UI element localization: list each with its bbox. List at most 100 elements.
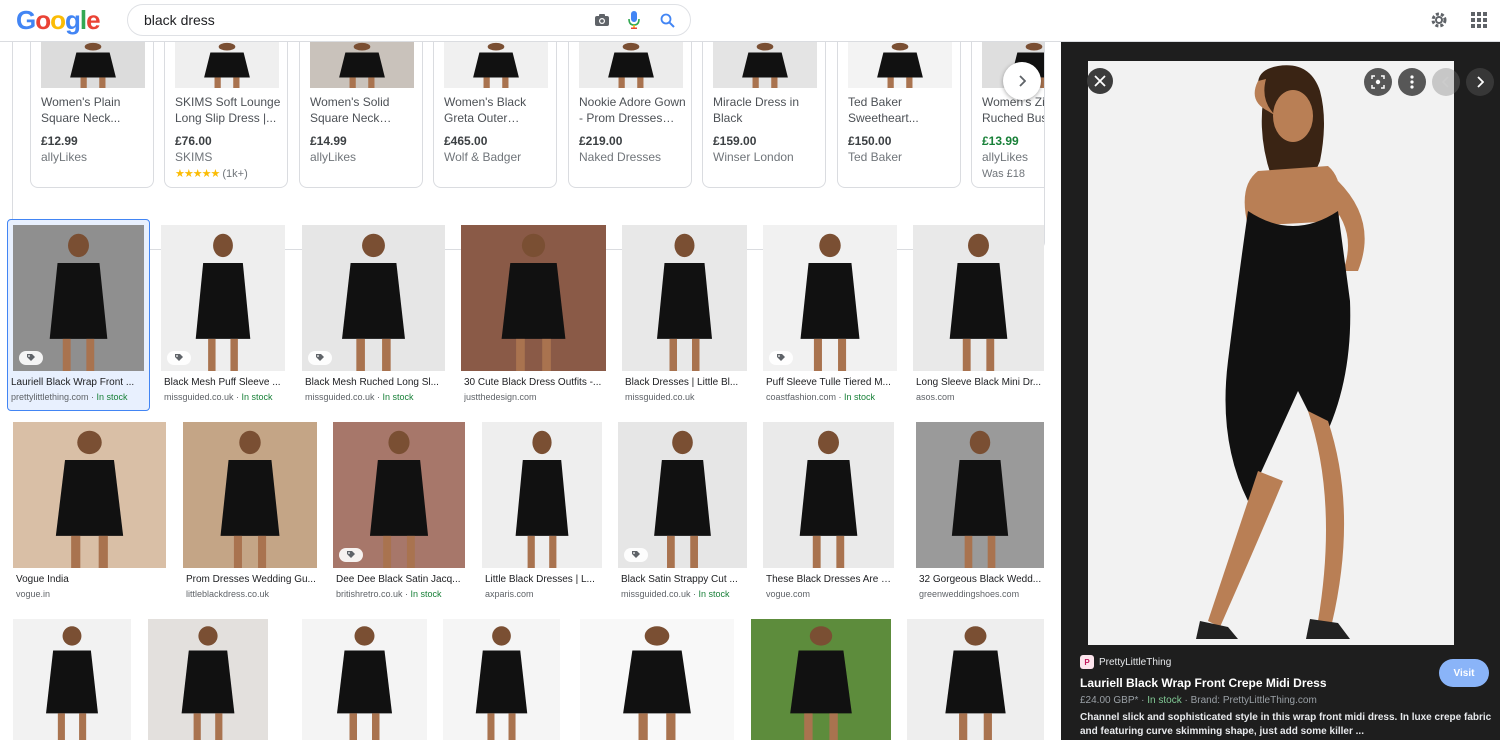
image-result[interactable]	[580, 619, 734, 740]
image-result[interactable]	[907, 619, 1044, 740]
preview-image[interactable]	[1088, 61, 1454, 645]
result-thumbnail[interactable]	[913, 225, 1044, 371]
google-logo[interactable]: Google	[16, 5, 101, 36]
preview-source[interactable]: PrettyLittleThing	[1099, 657, 1171, 668]
result-title[interactable]: These Black Dresses Are P...	[766, 573, 893, 586]
shopping-card[interactable]: Ted Baker Sweetheart... £150.00 Ted Baker	[837, 42, 961, 188]
result-thumbnail[interactable]	[763, 422, 894, 568]
lens-search-icon[interactable]	[1364, 68, 1392, 96]
result-thumbnail[interactable]	[461, 225, 606, 371]
gear-icon[interactable]	[1428, 9, 1450, 31]
product-title[interactable]: Ted Baker Sweetheart...	[848, 94, 956, 126]
shopping-card[interactable]: Nookie Adore Gown - Prom Dresses an... £2…	[568, 42, 692, 188]
result-thumbnail[interactable]	[13, 619, 131, 740]
result-thumbnail[interactable]	[148, 619, 268, 740]
result-title[interactable]: Little Black Dresses | L...	[485, 573, 601, 586]
result-title[interactable]: 30 Cute Black Dress Outfits -...	[464, 376, 605, 389]
result-thumbnail[interactable]	[302, 225, 445, 371]
camera-icon[interactable]	[593, 11, 611, 29]
image-result[interactable]: Prom Dresses Wedding Gu... littleblackdre…	[183, 422, 317, 604]
image-result[interactable]: Little Black Dresses | L... axparis.com	[482, 422, 602, 604]
image-result[interactable]: These Black Dresses Are P... vogue.com	[763, 422, 894, 604]
product-image[interactable]	[579, 42, 683, 88]
product-image[interactable]	[444, 42, 548, 88]
product-title[interactable]: Women's Zip Ruched Bust...	[982, 94, 1044, 126]
result-thumbnail[interactable]	[907, 619, 1044, 740]
result-thumbnail[interactable]	[916, 422, 1044, 568]
product-image[interactable]	[41, 42, 145, 88]
source-domain: asos.com	[916, 392, 955, 402]
product-title[interactable]: Nookie Adore Gown - Prom Dresses an...	[579, 94, 687, 126]
result-title[interactable]: Prom Dresses Wedding Gu...	[186, 573, 316, 586]
product-image[interactable]	[713, 42, 817, 88]
result-title[interactable]: Puff Sleeve Tulle Tiered M...	[766, 376, 896, 389]
image-result[interactable]: Black Dresses | Little Bl... missguided.c…	[622, 225, 747, 407]
image-result[interactable]: Long Sleeve Black Mini Dr... asos.com	[913, 225, 1044, 407]
more-options-icon[interactable]	[1398, 68, 1426, 96]
result-thumbnail[interactable]	[302, 619, 427, 740]
product-image[interactable]	[848, 42, 952, 88]
search-icon[interactable]	[658, 11, 676, 29]
next-image-icon[interactable]	[1466, 68, 1494, 96]
result-title[interactable]: Black Mesh Ruched Long Sl...	[305, 376, 444, 389]
shopping-card[interactable]: Women's Black Greta Outer Space... £465.0…	[433, 42, 557, 188]
result-title[interactable]: Lauriell Black Wrap Front ...	[11, 376, 138, 389]
result-thumbnail[interactable]	[763, 225, 897, 371]
image-result[interactable]: Lauriell Black Wrap Front ... prettylittl…	[7, 219, 150, 411]
close-icon[interactable]	[1087, 68, 1113, 94]
image-result[interactable]: 30 Cute Black Dress Outfits -... justthed…	[461, 225, 606, 407]
image-result[interactable]	[13, 619, 131, 740]
result-thumbnail[interactable]	[618, 422, 747, 568]
image-result[interactable]	[302, 619, 427, 740]
image-result[interactable]: Black Mesh Ruched Long Sl... missguided.c…	[302, 225, 445, 407]
result-title[interactable]: Dee Dee Black Satin Jacq...	[336, 573, 464, 586]
carousel-next-button[interactable]	[1003, 62, 1041, 100]
shopping-card[interactable]: Women's Plain Square Neck... £12.99 allyLi…	[30, 42, 154, 188]
image-result[interactable]: Vogue India vogue.in	[13, 422, 166, 604]
preview-title[interactable]: Lauriell Black Wrap Front Crepe Midi Dre…	[1080, 676, 1327, 690]
image-result[interactable]: Black Mesh Puff Sleeve ... missguided.co.…	[161, 225, 285, 407]
product-title[interactable]: Miracle Dress in Black	[713, 94, 821, 126]
search-input[interactable]	[144, 5, 574, 35]
product-title[interactable]: SKIMS Soft Lounge Long Slip Dress |...	[175, 94, 283, 126]
result-thumbnail[interactable]	[482, 422, 602, 568]
product-title[interactable]: Women's Black Greta Outer Space...	[444, 94, 552, 126]
image-result[interactable]: Puff Sleeve Tulle Tiered M... coastfashio…	[763, 225, 897, 407]
previous-image-icon[interactable]	[1432, 68, 1460, 96]
result-title[interactable]: Black Mesh Puff Sleeve ...	[164, 376, 284, 389]
result-thumbnail[interactable]	[443, 619, 560, 740]
result-title[interactable]: Long Sleeve Black Mini Dr...	[916, 376, 1043, 389]
shopping-card[interactable]: SKIMS Soft Lounge Long Slip Dress |... £7…	[164, 42, 288, 188]
search-box[interactable]	[127, 4, 691, 36]
result-title[interactable]: Vogue India	[16, 573, 165, 586]
shopping-card[interactable]: Miracle Dress in Black £159.00 Winser Lond…	[702, 42, 826, 188]
result-title[interactable]: Black Dresses | Little Bl...	[625, 376, 746, 389]
product-image[interactable]	[310, 42, 414, 88]
result-thumbnail[interactable]	[13, 422, 166, 568]
microphone-icon[interactable]	[625, 11, 643, 29]
shopping-card[interactable]: Women's Solid Square Neck Long... £14.99 a…	[299, 42, 423, 188]
image-result[interactable]	[751, 619, 891, 740]
product-image[interactable]	[175, 42, 279, 88]
result-thumbnail[interactable]	[13, 225, 144, 371]
result-title[interactable]: Black Satin Strappy Cut ...	[621, 573, 746, 586]
shopping-card[interactable]: Women's Zip Ruched Bust... £13.99 allyLike…	[971, 42, 1044, 188]
result-thumbnail[interactable]	[622, 225, 747, 371]
result-thumbnail[interactable]	[333, 422, 465, 568]
shopping-carousel: Women's Plain Square Neck... £12.99 allyLi…	[12, 42, 1045, 250]
image-result[interactable]: 32 Gorgeous Black Wedd... greenweddingsho…	[916, 422, 1044, 604]
product-title[interactable]: Women's Solid Square Neck Long...	[310, 94, 418, 126]
image-result[interactable]: Dee Dee Black Satin Jacq... britishretro.…	[333, 422, 465, 604]
image-result[interactable]	[148, 619, 268, 740]
result-thumbnail[interactable]	[161, 225, 285, 371]
visit-button[interactable]: Visit	[1439, 659, 1489, 687]
apps-grid-icon[interactable]	[1468, 9, 1490, 31]
result-thumbnail[interactable]	[580, 619, 734, 740]
result-title[interactable]: 32 Gorgeous Black Wedd...	[919, 573, 1043, 586]
image-result[interactable]	[443, 619, 560, 740]
result-source: vogue.com	[766, 588, 893, 600]
result-thumbnail[interactable]	[751, 619, 891, 740]
product-title[interactable]: Women's Plain Square Neck...	[41, 94, 149, 126]
result-thumbnail[interactable]	[183, 422, 317, 568]
image-result[interactable]: Black Satin Strappy Cut ... missguided.co…	[618, 422, 747, 604]
